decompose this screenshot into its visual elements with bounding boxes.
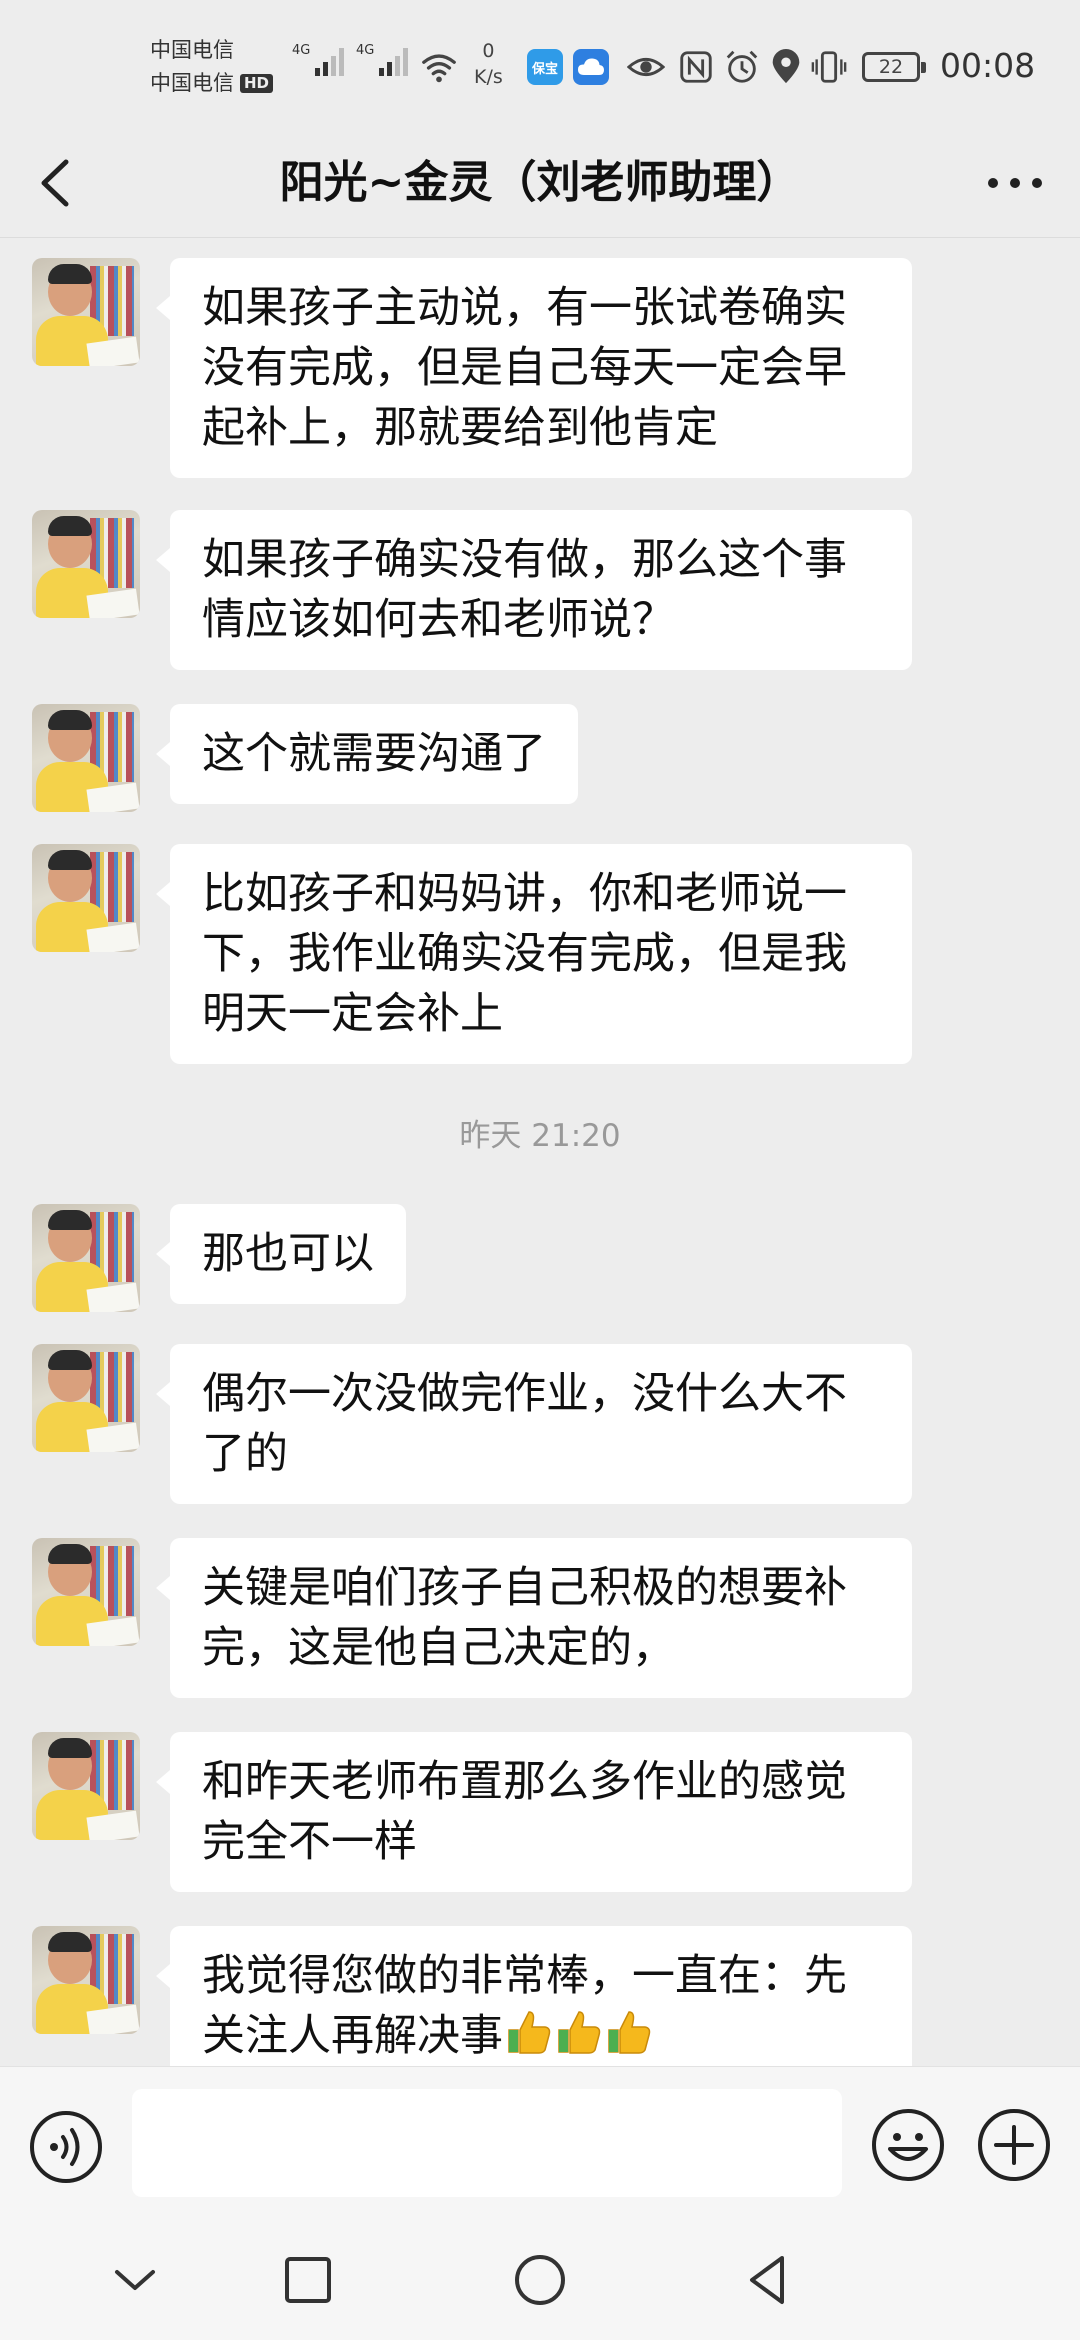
more-icon[interactable] (980, 158, 1050, 208)
recents-icon[interactable] (270, 2242, 346, 2318)
carrier-info: 中国电信 中国电信 HD (150, 34, 274, 100)
time-separator: 昨天 21:20 (459, 1118, 621, 1154)
thumbs-up-icon (505, 2008, 655, 2066)
avatar[interactable] (32, 844, 140, 952)
avatar[interactable] (32, 1204, 140, 1312)
carrier-1-label: 中国电信 (150, 38, 234, 62)
cloud-icon (573, 49, 609, 85)
message-list[interactable]: 如果孩子主动说，有一张试卷确实没有完成，但是自己每天一定会早起补上，那就要给到他… (0, 238, 1080, 2066)
message-bubble[interactable]: 关键是咱们孩子自己积极的想要补完，这是他自己决定的， (156, 1538, 912, 1698)
avatar[interactable] (32, 258, 140, 366)
avatar[interactable] (32, 1732, 140, 1840)
message-bubble[interactable]: 如果孩子主动说，有一张试卷确实没有完成，但是自己每天一定会早起补上，那就要给到他… (156, 258, 912, 478)
nfc-icon (680, 51, 712, 83)
carrier-2-label: 中国电信 (150, 71, 234, 95)
net-speed: 0 K/s (474, 38, 503, 90)
emoji-icon[interactable] (870, 2107, 946, 2183)
avatar[interactable] (32, 1344, 140, 1452)
avatar[interactable] (32, 704, 140, 812)
status-bar: 中国电信 中国电信 HD 4G 4G 0 K/s 保宝 22 00:08 (0, 0, 1080, 128)
avatar[interactable] (32, 510, 140, 618)
system-nav-bar (0, 2220, 1080, 2340)
home-icon[interactable] (502, 2242, 578, 2318)
message-bubble[interactable]: 那也可以 (156, 1204, 406, 1304)
message-bubble[interactable]: 比如孩子和妈妈讲，你和老师说一下，我作业确实没有完成，但是我明天一定会补上 (156, 844, 912, 1064)
avatar[interactable] (32, 1538, 140, 1646)
signal-1-label: 4G (292, 43, 311, 58)
app-notification-icon: 保宝 (527, 49, 563, 85)
clock: 00:08 (940, 46, 1036, 85)
message-bubble[interactable]: 这个就需要沟通了 (156, 704, 578, 804)
net-speed-value: 0 (482, 40, 495, 62)
message-bubble[interactable]: 我觉得您做的非常棒，一直在：先关注人再解决事 (156, 1926, 912, 2066)
wifi-icon (422, 54, 456, 83)
hd-badge: HD (240, 74, 274, 93)
input-bar (0, 2066, 1080, 2220)
back-nav-icon[interactable] (730, 2242, 806, 2318)
vibrate-icon (811, 51, 847, 83)
net-speed-unit: K/s (474, 66, 503, 88)
signal-1-icon: 4G (292, 43, 345, 76)
alarm-icon (726, 50, 758, 83)
avatar[interactable] (32, 1926, 140, 2034)
message-bubble[interactable]: 和昨天老师布置那么多作业的感觉完全不一样 (156, 1732, 912, 1892)
signal-2-icon: 4G (356, 43, 409, 76)
chat-title: 阳光~金灵（刘老师助理） (279, 157, 801, 208)
chevron-down-icon[interactable] (97, 2242, 173, 2318)
chat-header: 阳光~金灵（刘老师助理） (0, 128, 1080, 238)
signal-2-label: 4G (356, 43, 375, 58)
message-input[interactable] (132, 2089, 842, 2197)
message-bubble[interactable]: 偶尔一次没做完作业，没什么大不了的 (156, 1344, 912, 1504)
eye-icon (627, 57, 665, 77)
message-bubble[interactable]: 如果孩子确实没有做，那么这个事情应该如何去和老师说？ (156, 510, 912, 670)
location-icon (772, 48, 800, 84)
plus-icon[interactable] (976, 2107, 1052, 2183)
voice-input-icon[interactable] (28, 2109, 104, 2185)
back-icon[interactable] (28, 150, 88, 216)
battery-icon: 22 (862, 52, 926, 82)
